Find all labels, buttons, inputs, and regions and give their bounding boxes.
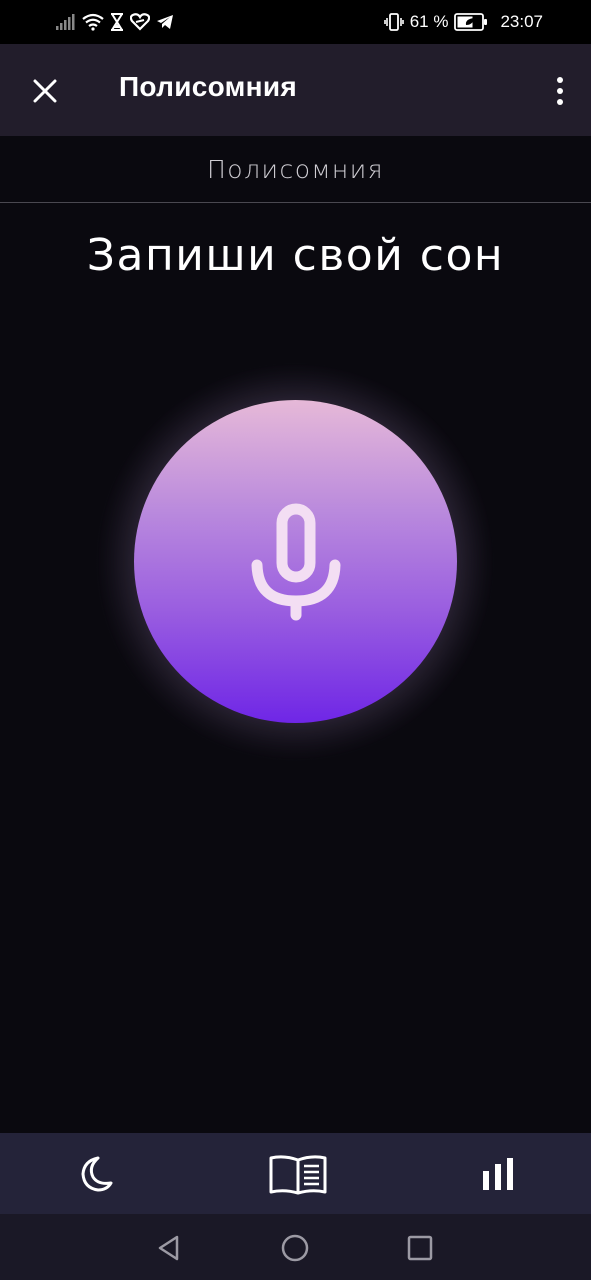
heart-icon: [130, 13, 150, 31]
nav-item-stats[interactable]: [458, 1133, 538, 1214]
status-icons-right: 61 % 23:07: [383, 10, 543, 34]
record-button[interactable]: [134, 400, 457, 723]
bar-chart-icon: [483, 1157, 513, 1190]
more-dot: [557, 77, 563, 83]
vibrate-icon: [383, 13, 404, 31]
book-icon: [269, 1154, 327, 1194]
app-bar: Полисомния: [0, 44, 591, 136]
status-icons-left: [56, 10, 174, 34]
close-button[interactable]: [22, 68, 68, 114]
page-header: Полисомния: [0, 136, 591, 203]
back-icon: [158, 1235, 179, 1261]
app-title: Полисомния: [119, 71, 298, 102]
page-headline: Запиши свой сон: [86, 230, 505, 281]
nav-item-sleep[interactable]: [55, 1133, 135, 1214]
nav-item-journal[interactable]: [258, 1133, 338, 1214]
battery-icon: [454, 13, 488, 31]
signal-icon: [56, 14, 75, 30]
moon-icon: [81, 1156, 113, 1191]
close-icon: [33, 79, 57, 103]
clock: 23:07: [500, 12, 543, 31]
microphone-icon: [251, 503, 340, 620]
wifi-icon: [82, 13, 104, 31]
telegram-icon: [157, 15, 173, 29]
more-dot: [557, 99, 563, 105]
system-nav-bar: [0, 1214, 591, 1280]
more-options-button[interactable]: [549, 68, 571, 114]
more-dot: [557, 88, 563, 94]
home-icon: [281, 1234, 309, 1262]
battery-percent: 61 %: [409, 12, 449, 31]
hourglass-icon: [111, 13, 123, 31]
system-back-button[interactable]: [149, 1228, 189, 1268]
recents-icon: [407, 1235, 433, 1261]
bottom-nav: [0, 1133, 591, 1214]
system-home-button[interactable]: [275, 1228, 315, 1268]
system-recents-button[interactable]: [400, 1228, 440, 1268]
status-bar: 61 % 23:07: [0, 0, 591, 44]
